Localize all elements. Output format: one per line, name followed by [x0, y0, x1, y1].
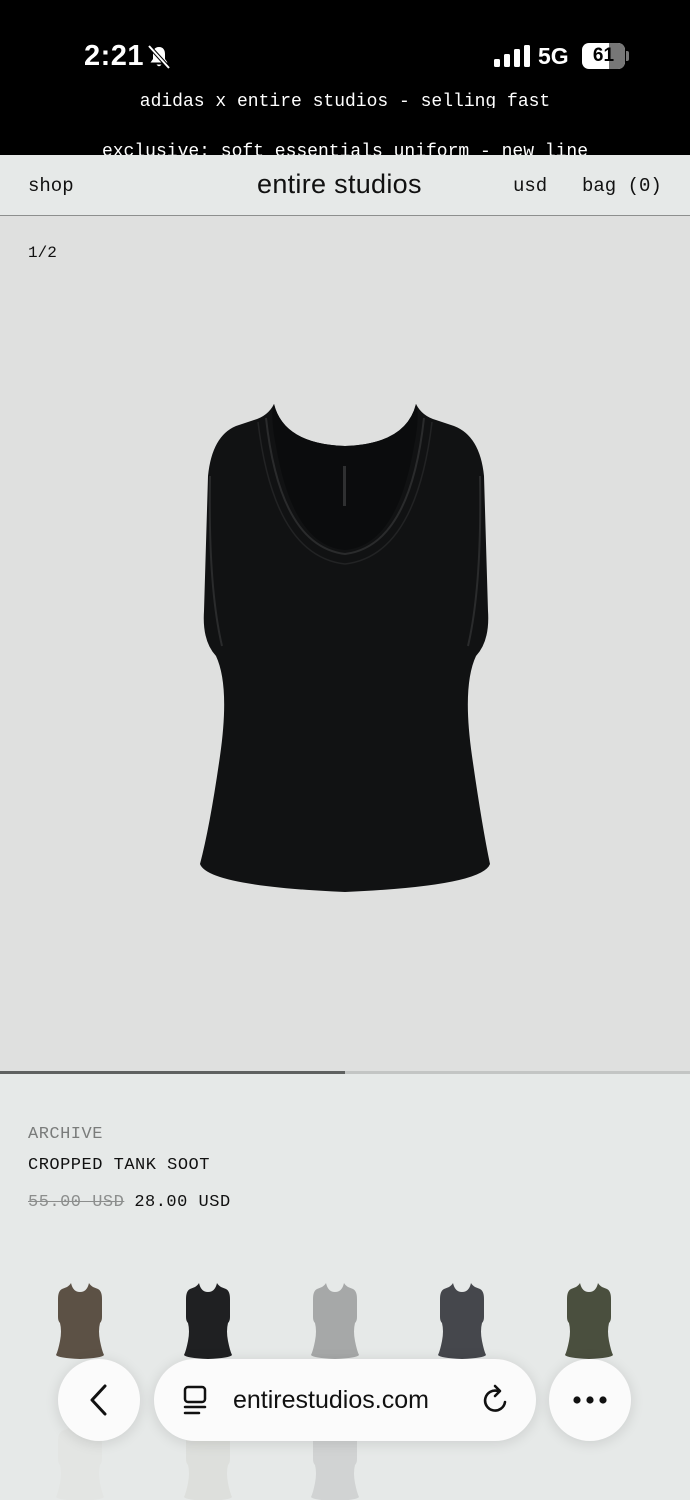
browser-back-button[interactable]: [58, 1359, 140, 1441]
network-type: 5G: [538, 43, 569, 69]
status-time: 2:21: [84, 40, 145, 72]
battery-icon: 61: [582, 43, 630, 69]
browser-more-button[interactable]: [549, 1359, 631, 1441]
image-counter: 1/2: [28, 244, 57, 262]
gallery-progress: [0, 1071, 690, 1074]
page-menu-icon[interactable]: [181, 1384, 209, 1416]
product-collection-label: ARCHIVE: [28, 1125, 103, 1144]
signal-icon: [494, 45, 530, 67]
product-price: 55.00 USD 28.00 USD: [28, 1193, 231, 1212]
silent-bell-icon: [147, 44, 171, 70]
site-header: shop entire studios usd bag (0): [0, 155, 690, 216]
gallery-progress-fill: [0, 1071, 345, 1074]
currency-selector[interactable]: usd: [513, 175, 547, 197]
more-icon: [573, 1396, 607, 1404]
color-swatch-soot[interactable]: [180, 1283, 236, 1359]
status-bar: 2:21 5G 61 adidas x entire studios - sel…: [0, 0, 690, 155]
address-bar[interactable]: entirestudios.com: [154, 1359, 536, 1441]
reload-icon[interactable]: [481, 1384, 513, 1416]
chevron-left-icon: [90, 1384, 107, 1416]
sale-price: 28.00 USD: [134, 1193, 231, 1212]
color-swatch-olive[interactable]: [561, 1283, 617, 1359]
announcement-line-2[interactable]: exclusive: soft essentials uniform - new…: [0, 142, 690, 155]
color-swatch-charcoal[interactable]: [434, 1283, 490, 1359]
announcement-line-1[interactable]: adidas x entire studios - selling fast: [0, 92, 690, 108]
product-name: CROPPED TANK SOOT: [28, 1156, 210, 1175]
battery-level: 61: [592, 45, 615, 66]
bag-link[interactable]: bag (0): [582, 175, 662, 197]
product-gallery[interactable]: 1/2: [0, 216, 690, 1072]
original-price: 55.00 USD: [28, 1193, 125, 1212]
url-text[interactable]: entirestudios.com: [233, 1386, 429, 1415]
site-logo[interactable]: entire studios: [257, 169, 422, 200]
color-swatch-grey[interactable]: [307, 1283, 363, 1359]
product-image[interactable]: [192, 396, 498, 896]
color-swatch-brown[interactable]: [52, 1283, 108, 1359]
shop-link[interactable]: shop: [28, 175, 74, 197]
